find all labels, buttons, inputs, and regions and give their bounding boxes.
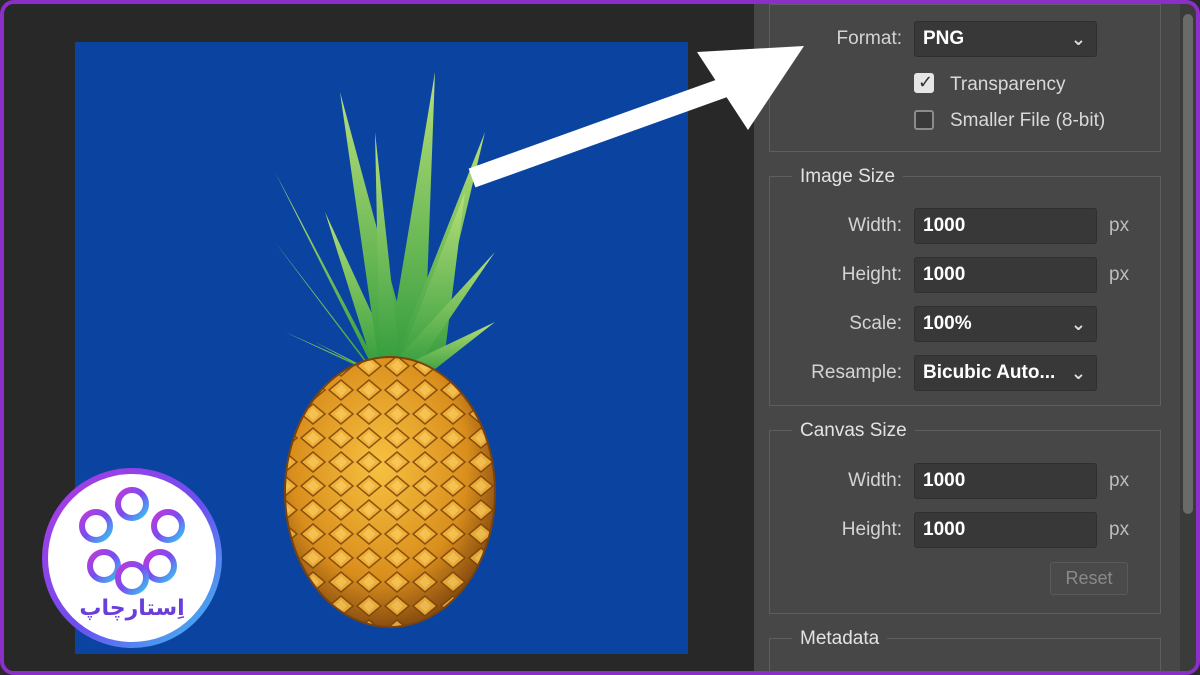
canvas-height-unit: px — [1109, 519, 1130, 540]
metadata-title: Metadata — [792, 628, 888, 650]
canvas-width-input[interactable]: 1000 — [914, 463, 1097, 499]
chevron-down-icon: ⌄ — [1070, 29, 1086, 49]
image-width-label: Width: — [848, 215, 902, 236]
smaller-file-label[interactable]: Smaller File (8-bit) — [950, 109, 1105, 133]
canvas-height-label: Height: — [841, 519, 902, 540]
logo-text: اِستارچاپ — [79, 596, 185, 621]
transparency-label[interactable]: Transparency — [950, 73, 1065, 97]
format-value: PNG — [923, 28, 965, 49]
format-dropdown[interactable]: PNG ⌄ — [914, 21, 1097, 57]
logo-inner-circle: اِستارچاپ — [48, 474, 216, 642]
image-width-unit: px — [1109, 215, 1130, 236]
checkmark-icon: ✓ — [918, 72, 934, 92]
image-width-input[interactable]: 1000 — [914, 208, 1097, 244]
image-height-unit: px — [1109, 264, 1130, 285]
resample-dropdown[interactable]: Bicubic Auto... ⌄ — [914, 355, 1097, 391]
panel-scrollbar[interactable] — [1180, 4, 1196, 671]
scale-label: Scale: — [849, 313, 902, 334]
pineapple-body — [284, 356, 496, 628]
chevron-down-icon: ⌄ — [1070, 363, 1086, 383]
scrollbar-thumb[interactable] — [1183, 14, 1193, 514]
pineapple-leaves — [275, 72, 495, 377]
scale-dropdown[interactable]: 100% ⌄ — [914, 306, 1097, 342]
resample-label: Resample: — [811, 362, 902, 383]
image-height-input[interactable]: 1000 — [914, 257, 1097, 293]
image-size-title: Image Size — [792, 166, 904, 188]
canvas-size-title: Canvas Size — [792, 420, 915, 442]
scale-value: 100% — [923, 313, 972, 334]
reset-button[interactable]: Reset — [1050, 562, 1128, 595]
format-label: Format: — [836, 28, 902, 49]
canvas-width-unit: px — [1109, 470, 1130, 491]
screenshot-frame: Format: PNG ⌄ ✓ Transparency Smaller Fil… — [0, 0, 1200, 675]
canvas-width-label: Width: — [848, 470, 902, 491]
resample-value: Bicubic Auto... — [923, 362, 1056, 383]
image-height-label: Height: — [841, 264, 902, 285]
smaller-file-checkbox[interactable] — [914, 110, 934, 130]
chevron-down-icon: ⌄ — [1070, 314, 1086, 334]
transparency-checkbox[interactable]: ✓ — [914, 72, 934, 93]
canvas-height-input[interactable]: 1000 — [914, 512, 1097, 548]
brand-logo: اِستارچاپ — [42, 468, 222, 648]
